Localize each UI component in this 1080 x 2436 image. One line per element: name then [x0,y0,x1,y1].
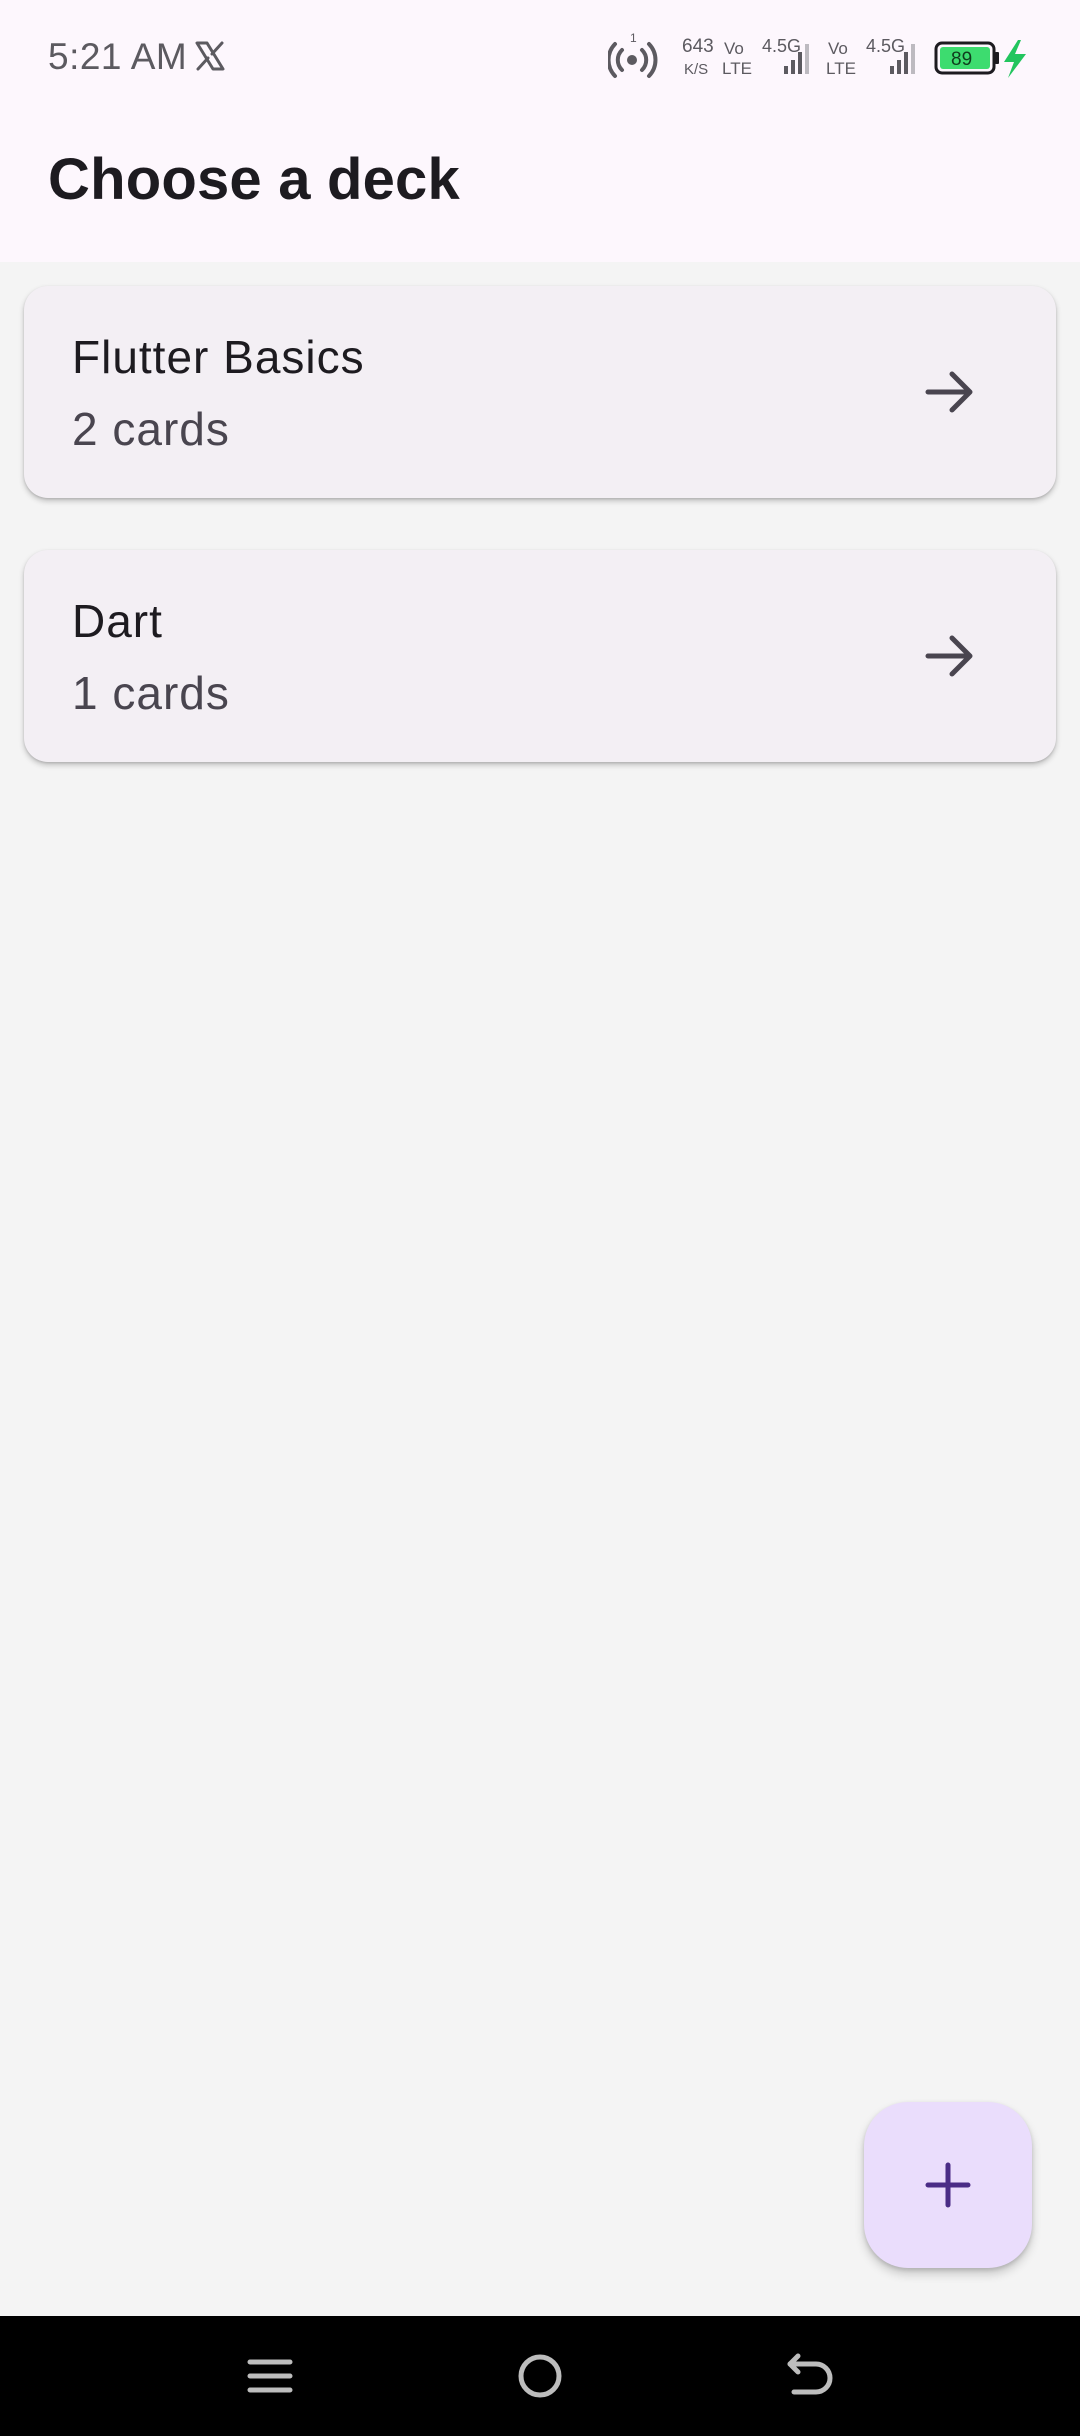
status-time: 5:21 AM [48,36,188,77]
net-speed-unit: K/S [684,61,708,78]
deck-card-count: 1 cards [72,667,230,719]
deck-title: Dart [72,595,163,647]
arrow-forward-icon [925,635,973,677]
sim1-network: 4.5G [762,36,801,56]
status-icons: 1 643 K/S Vo LTE 4.5G Vo LTE 4.5G 89 [608,31,1026,78]
home-icon[interactable] [510,2346,570,2406]
deck-card-flutter-basics[interactable]: Flutter Basics 2 cards [24,286,1056,498]
add-deck-button[interactable] [864,2102,1032,2268]
deck-card-count: 2 cards [72,403,230,455]
x-app-icon [195,41,225,71]
status-bar: 5:21 AM 1 643 K/S Vo LTE 4.5G Vo LTE 4.5… [0,0,1080,116]
charging-icon [1004,40,1026,78]
battery-level: 89 [951,49,972,70]
sim2-lte: LTE [826,59,856,78]
battery-icon: 89 [934,41,999,75]
arrow-forward-icon [925,371,973,413]
system-nav-bar [0,2316,1080,2436]
sim1-lte: LTE [722,59,752,78]
svg-text:1: 1 [630,31,637,45]
page-title: Choose a deck [48,147,460,212]
deck-list: Flutter Basics 2 cards Dart 1 cards [0,262,1080,2316]
app-bar: Choose a deck [0,116,1080,262]
hotspot-icon: 1 [608,31,658,78]
net-speed-value: 643 [682,36,714,57]
back-icon[interactable] [780,2346,840,2406]
deck-title: Flutter Basics [72,331,365,383]
sim2-vo: Vo [828,39,848,58]
deck-card-dart[interactable]: Dart 1 cards [24,550,1056,762]
sim2-network: 4.5G [866,36,905,56]
sim1-vo: Vo [724,39,744,58]
menu-icon[interactable] [240,2346,300,2406]
plus-icon [925,2162,971,2208]
